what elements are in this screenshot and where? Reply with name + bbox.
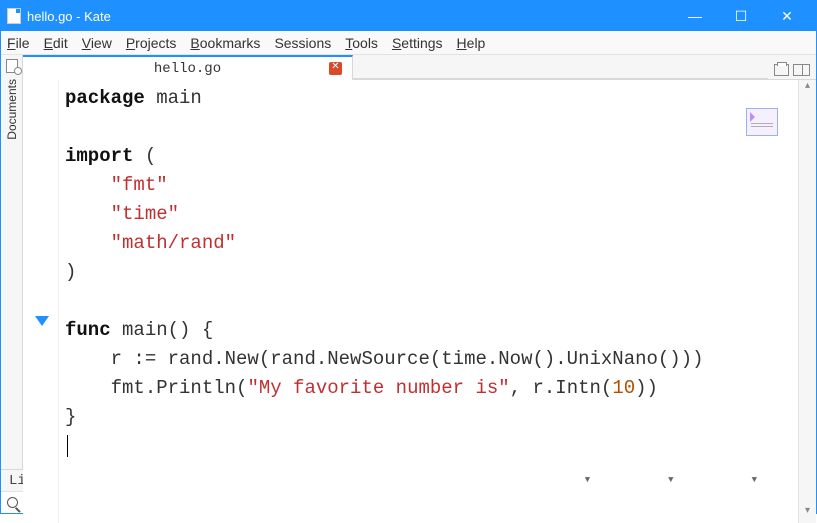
left-sidebar: Documents <box>1 55 23 469</box>
fold-marker-icon[interactable] <box>35 316 49 326</box>
documents-panel-label[interactable]: Documents <box>5 79 19 140</box>
menu-view[interactable]: View <box>82 35 112 51</box>
new-tab-icon[interactable] <box>774 64 789 76</box>
menu-tools[interactable]: Tools <box>345 35 378 51</box>
window-controls: — ☐ ✕ <box>672 1 810 31</box>
tab-hello-go[interactable]: hello.go ✕ <box>23 55 353 80</box>
menu-file[interactable]: File <box>7 35 30 51</box>
scroll-down-icon[interactable]: ▾ <box>799 505 816 523</box>
menu-help[interactable]: Help <box>457 35 486 51</box>
menu-settings[interactable]: Settings <box>392 35 443 51</box>
editor: package main import ( "fmt" "time" "math… <box>23 80 816 523</box>
tab-close-icon[interactable]: ✕ <box>329 62 342 75</box>
search-icon[interactable] <box>7 497 18 508</box>
minimize-button[interactable]: — <box>672 1 718 31</box>
text-cursor <box>67 435 68 457</box>
maximize-button[interactable]: ☐ <box>718 1 764 31</box>
menu-bookmarks[interactable]: Bookmarks <box>190 35 260 51</box>
titlebar: hello.go - Kate — ☐ ✕ <box>1 1 816 31</box>
close-button[interactable]: ✕ <box>764 1 810 31</box>
scroll-up-icon[interactable]: ▴ <box>799 80 816 98</box>
document-icon <box>7 8 21 24</box>
window-title: hello.go - Kate <box>27 9 111 24</box>
documents-panel-icon[interactable] <box>6 59 18 73</box>
menu-edit[interactable]: Edit <box>44 35 68 51</box>
gutter[interactable] <box>23 80 59 523</box>
vertical-scrollbar[interactable]: ▴ ▾ <box>798 80 816 523</box>
menubar: File Edit View Projects Bookmarks Sessio… <box>1 31 816 55</box>
split-view-icon[interactable] <box>793 64 810 76</box>
tabbar: hello.go ✕ <box>23 55 816 80</box>
tab-label: hello.go <box>154 61 221 77</box>
menu-projects[interactable]: Projects <box>126 35 177 51</box>
menu-sessions[interactable]: Sessions <box>274 35 331 51</box>
code-area[interactable]: package main import ( "fmt" "time" "math… <box>59 80 798 523</box>
minimap[interactable] <box>746 108 778 136</box>
